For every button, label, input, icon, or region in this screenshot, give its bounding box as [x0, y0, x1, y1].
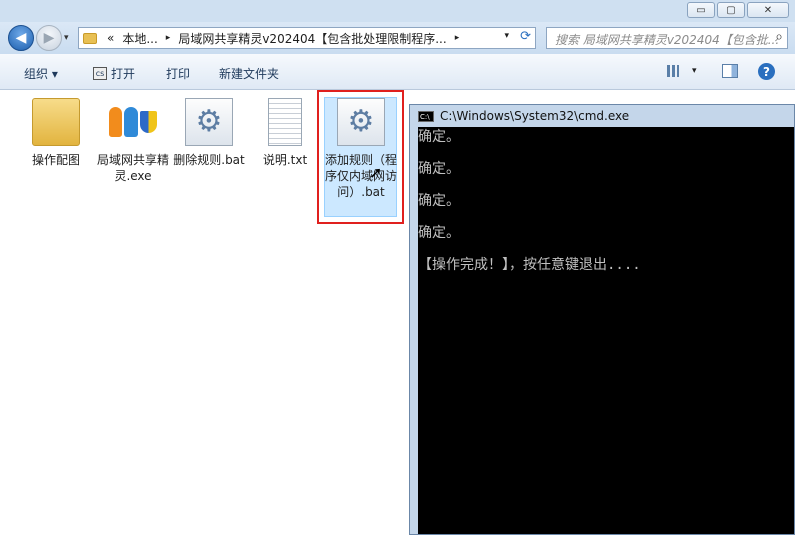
cmd-window[interactable]: C:\ C:\Windows\System32\cmd.exe 确定。 确定。 … [409, 104, 795, 535]
command-toolbar: 组织 ▾ cs 打开 打印 新建文件夹 ▾ ? [0, 54, 795, 90]
console-line: 【操作完成！】，按任意键退出.... [418, 257, 641, 273]
breadcrumb-local[interactable]: 本地... [118, 30, 161, 47]
back-arrow-icon: ◀ [15, 30, 27, 46]
breadcrumb-current-folder[interactable]: 局域网共享精灵v202404【包含批处理限制程序... [174, 30, 450, 47]
view-options-dropdown-icon[interactable]: ▾ [692, 66, 697, 76]
file-name: 说明.txt [262, 153, 308, 167]
breadcrumb-separator-icon[interactable]: ▸ [162, 33, 175, 43]
breadcrumb-overflow[interactable]: « [103, 31, 118, 45]
file-name: 删除规则.bat [173, 153, 245, 167]
help-icon[interactable]: ? [758, 63, 775, 80]
window-controls: ▭ ▢ ✕ [687, 2, 789, 18]
preview-pane-icon[interactable] [722, 64, 738, 78]
print-label: 打印 [166, 67, 191, 81]
navigation-bar: ◀ ▶ ▾ « 本地... ▸ 局域网共享精灵v202404【包含批处理限制程序… [0, 22, 795, 54]
text-file-icon [268, 98, 302, 146]
window-titlebar: ▭ ▢ ✕ [0, 0, 795, 22]
organize-label: 组织 ▾ [24, 67, 58, 81]
recent-pages-dropdown-icon[interactable]: ▾ [64, 33, 69, 43]
refresh-icon[interactable]: ⟳ [520, 29, 531, 44]
search-input[interactable]: 搜索 局域网共享精灵v202404【包含批... ⌕ [546, 27, 788, 49]
close-button[interactable]: ✕ [747, 2, 789, 18]
console-icon: C:\ [418, 110, 434, 122]
breadcrumb-separator-icon[interactable]: ▸ [451, 33, 464, 43]
app-icon [109, 98, 157, 146]
search-placeholder: 搜索 局域网共享精灵v202404【包含批... [555, 33, 780, 47]
cmd-titlebar[interactable]: C:\ C:\Windows\System32\cmd.exe [410, 105, 794, 127]
folder-icon [83, 32, 97, 44]
file-item-add-bat-content[interactable]: ⚙ 添加规则（程序仅内域网访问）.bat [324, 98, 398, 200]
console-line: 确定。 [418, 225, 460, 241]
open-button[interactable]: cs 打开 [93, 65, 135, 82]
open-icon: cs [93, 67, 107, 80]
maximize-button[interactable]: ▢ [717, 2, 745, 18]
address-bar[interactable]: « 本地... ▸ 局域网共享精灵v202404【包含批处理限制程序... ▸ … [78, 27, 536, 49]
folder-icon [32, 98, 80, 146]
file-item-txt[interactable]: 说明.txt [248, 98, 322, 168]
console-line: 确定。 [418, 161, 460, 177]
new-folder-button[interactable]: 新建文件夹 [219, 65, 279, 82]
console-line: 确定。 [418, 193, 460, 209]
console-line: 确定。 [418, 129, 460, 145]
change-view-icon[interactable] [667, 65, 679, 77]
file-name: 添加规则（程序仅内域网访问）.bat [324, 153, 397, 199]
file-item-delete-bat[interactable]: ⚙ 删除规则.bat [172, 98, 246, 168]
console-output: 确定。 确定。 确定。 确定。 【操作完成！】，按任意键退出.... [418, 127, 794, 534]
new-folder-label: 新建文件夹 [219, 67, 280, 81]
print-button[interactable]: 打印 [166, 65, 190, 82]
open-label: 打开 [111, 67, 136, 81]
forward-arrow-icon: ▶ [43, 30, 55, 46]
file-name: 局域网共享精灵.exe [96, 153, 169, 183]
batch-file-icon: ⚙ [185, 98, 233, 146]
forward-button[interactable]: ▶ [36, 25, 62, 51]
organize-button[interactable]: 组织 ▾ [24, 65, 58, 82]
back-button[interactable]: ◀ [8, 25, 34, 51]
search-icon[interactable]: ⌕ [775, 29, 783, 45]
address-dropdown-icon[interactable]: ▾ [504, 31, 509, 41]
file-name: 操作配图 [31, 153, 80, 167]
file-item-folder[interactable]: 操作配图 [19, 98, 93, 168]
batch-file-icon: ⚙ [337, 98, 385, 146]
file-item-exe[interactable]: 局域网共享精灵.exe [96, 98, 170, 184]
mouse-cursor-icon: ➚ [369, 163, 383, 182]
cmd-title: C:\Windows\System32\cmd.exe [440, 109, 630, 123]
minimize-button[interactable]: ▭ [687, 2, 715, 18]
